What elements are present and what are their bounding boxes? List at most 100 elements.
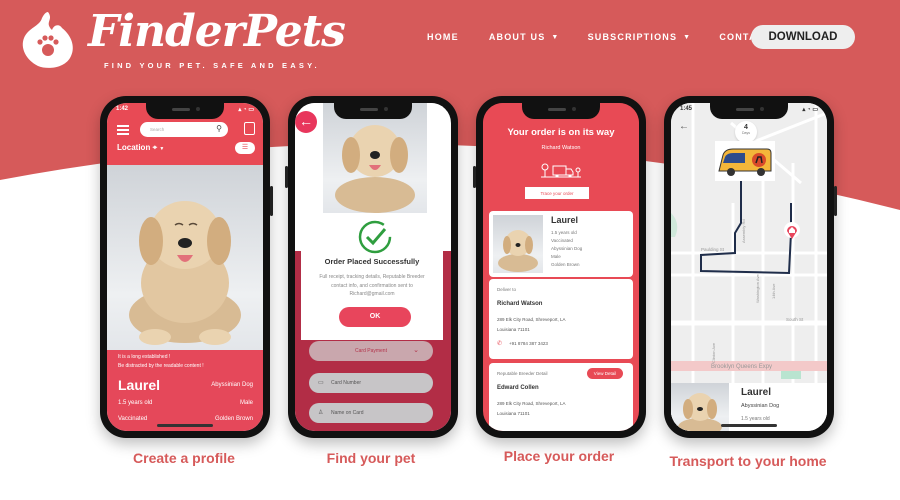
breeder-address-line: Louisiana 71101 [497,411,530,416]
brand-name[interactable]: FinderPets [88,6,346,57]
customer-name: Richard Watson [541,145,581,151]
puppy-photo [107,165,263,350]
pet-color: Golden Brown [214,416,253,422]
pet-name: Laurel [741,387,772,398]
phone-side-button [285,166,288,188]
breeder-label: Reputable Breeder Detail [497,371,548,376]
paw-flame-logo-icon[interactable] [18,8,78,70]
pet-detail: 1.5 years old [551,230,577,235]
puppy-illustration [498,230,538,272]
order-status-title: Your order is on its way [507,127,615,138]
street-label: Paulding St [701,247,725,252]
eta-badge: 4 Days [735,121,757,143]
home-indicator [721,424,777,427]
pet-name: Laurel [118,377,161,393]
trace-order-button[interactable]: Trace your order [525,187,589,199]
search-icon[interactable]: ⚲ [216,124,222,133]
street-label: 14th Ave [771,283,776,299]
address-line: 289 Elk City Road, Shreveport, LA [497,317,566,322]
status-time: 1:42 [116,106,129,112]
user-icon: ♙ [318,410,324,416]
caret-down-icon: ▼ [159,146,165,152]
phone-notch [710,103,788,119]
phone-find-pet: Order Placed Successfully Full receipt, … [285,96,458,438]
puppy-photo [493,215,543,273]
pet-detail: Golden Brown [551,262,580,267]
profile-message-line: It is a long established ! [118,354,171,360]
download-button[interactable]: DOWNLOAD [751,25,855,49]
search-input[interactable]: Search ⚲ [140,122,228,137]
pet-order-card: Laurel 1.5 years old Vaccinated Abyssini… [489,211,633,277]
pet-name: Laurel [551,215,579,225]
street-label: Assembly Rd [741,219,746,243]
back-arrow-icon[interactable]: ← [679,121,689,132]
pet-vaccination: Vaccinated [118,416,148,422]
pet-breed: Abyssinian Dog [741,403,780,409]
eta-value: 4 [744,124,748,131]
profile-message-line: Be distracted by the readable content ! [118,363,204,369]
card-number-input[interactable]: ▭ Card Number [309,373,433,393]
back-arrow-icon[interactable]: ← [295,111,317,133]
caption-find-pet: Find your pet [326,450,416,466]
payment-method-select[interactable]: Card Payment ⌄ [309,341,433,361]
phone-create-profile: 1:42 ▴ ◔ ▭ Search ⚲ Location ⌖ ▼ ☰ It is a… [100,96,273,438]
signal-wifi-battery-icon: ▴ ◔ ▭ [238,107,254,113]
home-indicator [157,424,213,427]
brand-tagline: FIND YOUR PET. SAFE AND EASY. [104,61,320,70]
chevron-down-icon: ⌄ [413,347,419,354]
caret-down-icon: ▼ [551,33,560,41]
puppy-illustration [129,201,241,345]
location-label: Location [117,143,151,152]
phone-screen: 1:42 ▴ ◔ ▭ Search ⚲ Location ⌖ ▼ ☰ It is a… [107,103,263,431]
contact-phone[interactable]: +91 8784 387 3423 [509,341,548,346]
breeder-address-line: 289 Elk City Road, Shreveport, LA [497,401,566,406]
caption-place-order: Place your order [503,448,615,464]
view-detail-button[interactable]: View Detail [587,368,623,379]
order-status-header: Your order is on its way Richard Watson … [483,103,639,223]
phone-screen: Order Placed Successfully Full receipt, … [295,103,451,431]
card-number-placeholder: Card Number [331,380,362,386]
name-on-card-input[interactable]: ♙ Name on Card [309,403,433,423]
delivery-address-card: Deliver to Richard Watson 289 Elk City R… [489,279,633,359]
nav-subscriptions-label: SUBSCRIPTIONS [587,32,678,42]
street-label: South St [786,317,804,322]
deliver-name: Richard Watson [497,301,543,307]
phone-screen: Paulding St South St Brooklyn Queens Exp… [671,103,827,431]
hamburger-menu-icon[interactable] [117,125,129,135]
delivery-truck-icon [541,163,581,178]
card-icon: ▭ [318,380,324,386]
caption-transport: Transport to your home [669,453,827,469]
caret-down-icon: ▼ [683,33,692,41]
street-label: Brooklyn Queens Expy [711,364,772,370]
location-selector[interactable]: Location ⌖ ▼ [117,143,164,153]
street-label: Washington Ave [755,274,760,303]
phone-notch [522,103,600,119]
pet-detail: Abyssinian Dog [551,246,583,251]
puppy-photo [323,103,427,213]
name-on-card-placeholder: Name on Card [331,410,364,416]
nav-home[interactable]: HOME [427,32,459,42]
phone-side-button [473,166,476,188]
ok-button[interactable]: OK [339,307,411,327]
filter-button[interactable]: ☰ [235,142,255,154]
modal-description: Full receipt, tracking details, Reputabl… [319,274,425,297]
phone-icon: ✆ [497,341,503,347]
pet-detail: Male [551,254,561,259]
nav-subscriptions[interactable]: SUBSCRIPTIONS ▼ [588,32,692,42]
eta-unit: Days [742,131,750,135]
phone-screen: Your order is on its way Richard Watson … [483,103,639,431]
main-nav: HOME ABOUT US ▼ SUBSCRIPTIONS ▼ CONTACT [427,32,771,42]
nav-about-us[interactable]: ABOUT US ▼ [489,32,560,42]
address-line: Louisiana 71101 [497,327,530,332]
modal-title: Order Placed Successfully [324,257,420,266]
pet-sex: Male [239,400,253,406]
status-time: 1:45 [680,106,693,112]
cart-icon[interactable] [244,122,255,135]
pet-age: 1.5 years old [741,416,770,422]
phone-place-order: Your order is on its way Richard Watson … [473,96,646,438]
pet-detail: Vaccinated [551,238,573,243]
success-check-icon [358,220,392,254]
caption-create-profile: Create a profile [133,450,235,466]
nav-about-label: ABOUT US [488,32,546,42]
puppy-illustration [335,125,415,213]
